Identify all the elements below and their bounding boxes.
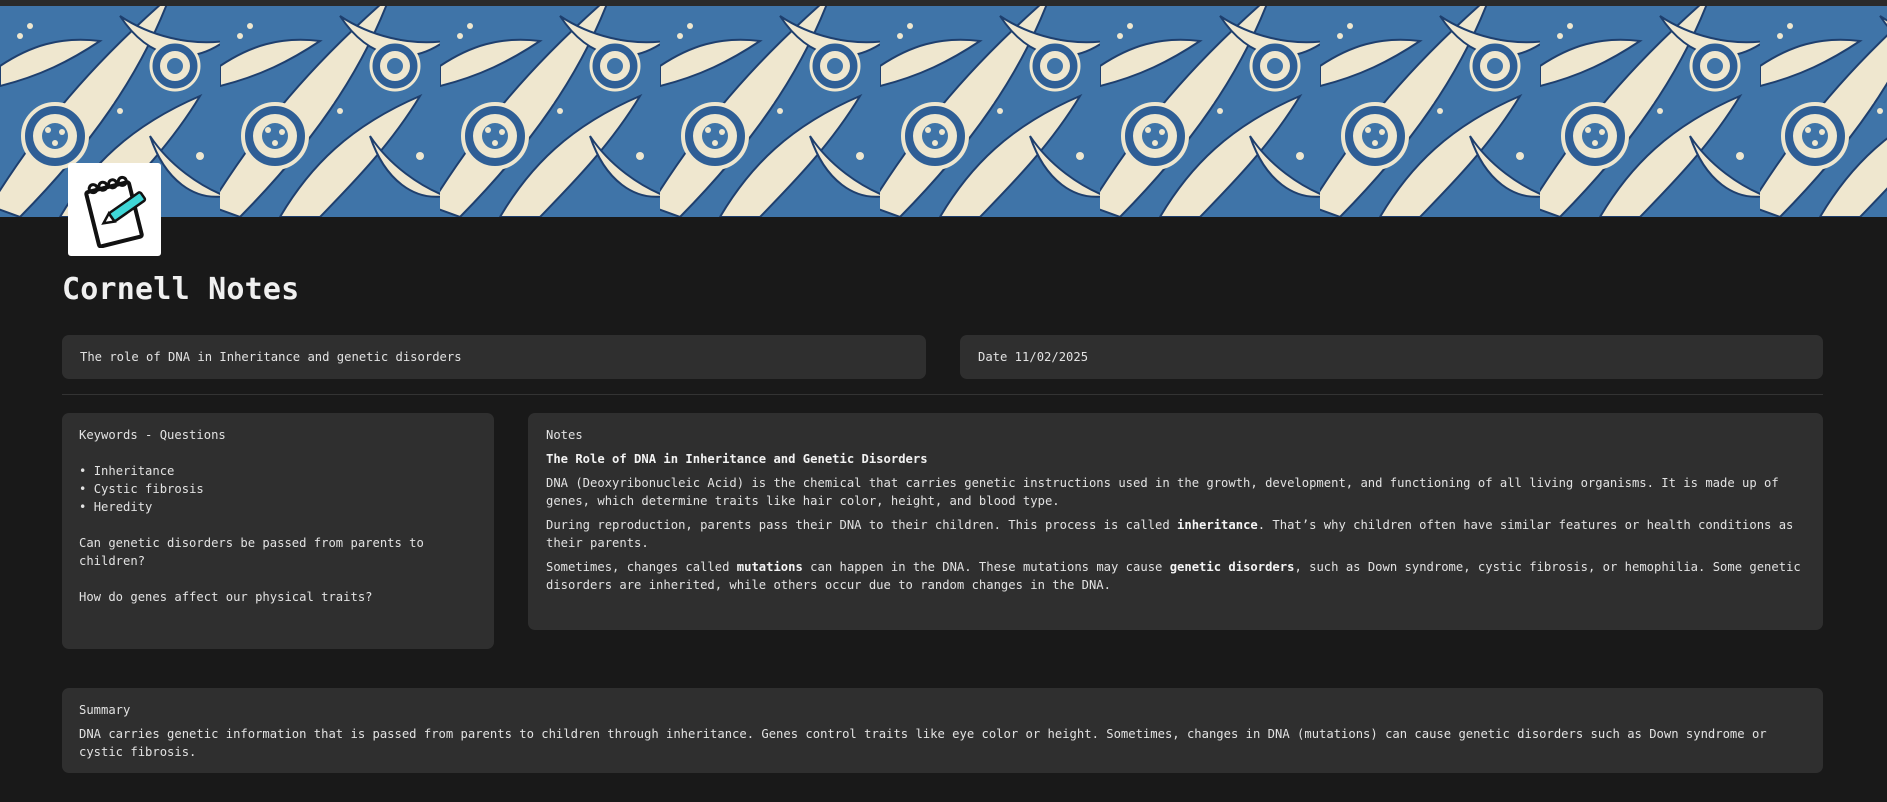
floral-pattern bbox=[0, 6, 1887, 217]
question-text: How do genes affect our physical traits? bbox=[79, 590, 373, 604]
notes-text: can happen in the DNA. These mutations m… bbox=[802, 560, 1170, 574]
keywords-heading: Keywords - Questions bbox=[79, 428, 226, 442]
notes-callout[interactable]: Notes The Role of DNA in Inheritance and… bbox=[528, 413, 1823, 630]
summary-callout[interactable]: Summary DNA carries genetic information … bbox=[62, 688, 1823, 773]
notes-paragraph: DNA (Deoxyribonucleic Acid) is the chemi… bbox=[546, 476, 1779, 508]
topic-callout[interactable]: The role of DNA in Inheritance and genet… bbox=[62, 335, 926, 379]
keywords-callout[interactable]: Keywords - Questions Inheritance Cystic … bbox=[62, 413, 494, 649]
summary-text: DNA carries genetic information that is … bbox=[79, 727, 1767, 759]
list-item: Inheritance bbox=[79, 462, 477, 480]
notes-paragraph: Sometimes, changes called mutations can … bbox=[546, 558, 1805, 594]
keywords-list: Inheritance Cystic fibrosis Heredity bbox=[79, 462, 477, 516]
topic-text: The role of DNA in Inheritance and genet… bbox=[80, 350, 462, 364]
question-text: Can genetic disorders be passed from par… bbox=[79, 536, 424, 568]
notepad-graphic bbox=[83, 175, 146, 248]
notes-text: Sometimes, changes called bbox=[546, 560, 737, 574]
notes-paragraph: During reproduction, parents pass their … bbox=[546, 516, 1805, 552]
notes-bold-term: genetic disorders bbox=[1169, 560, 1295, 574]
cover-image[interactable] bbox=[0, 0, 1887, 217]
notes-bold-term: inheritance bbox=[1177, 518, 1258, 532]
page-title[interactable]: Cornell Notes bbox=[62, 272, 299, 307]
date-callout[interactable]: Date 11/02/2025 bbox=[960, 335, 1823, 379]
notes-title: The Role of DNA in Inheritance and Genet… bbox=[546, 452, 928, 466]
notepad-pencil-icon[interactable] bbox=[68, 163, 161, 256]
list-item: Heredity bbox=[79, 498, 477, 516]
notion-page: Cornell Notes The role of DNA in Inherit… bbox=[0, 0, 1887, 802]
notes-heading: Notes bbox=[546, 428, 583, 442]
date-text: Date 11/02/2025 bbox=[978, 350, 1089, 364]
notes-text: During reproduction, parents pass their … bbox=[546, 518, 1178, 532]
notes-bold-term: mutations bbox=[736, 560, 803, 574]
summary-heading: Summary bbox=[79, 703, 131, 717]
list-item: Cystic fibrosis bbox=[79, 480, 477, 498]
divider bbox=[62, 394, 1823, 395]
